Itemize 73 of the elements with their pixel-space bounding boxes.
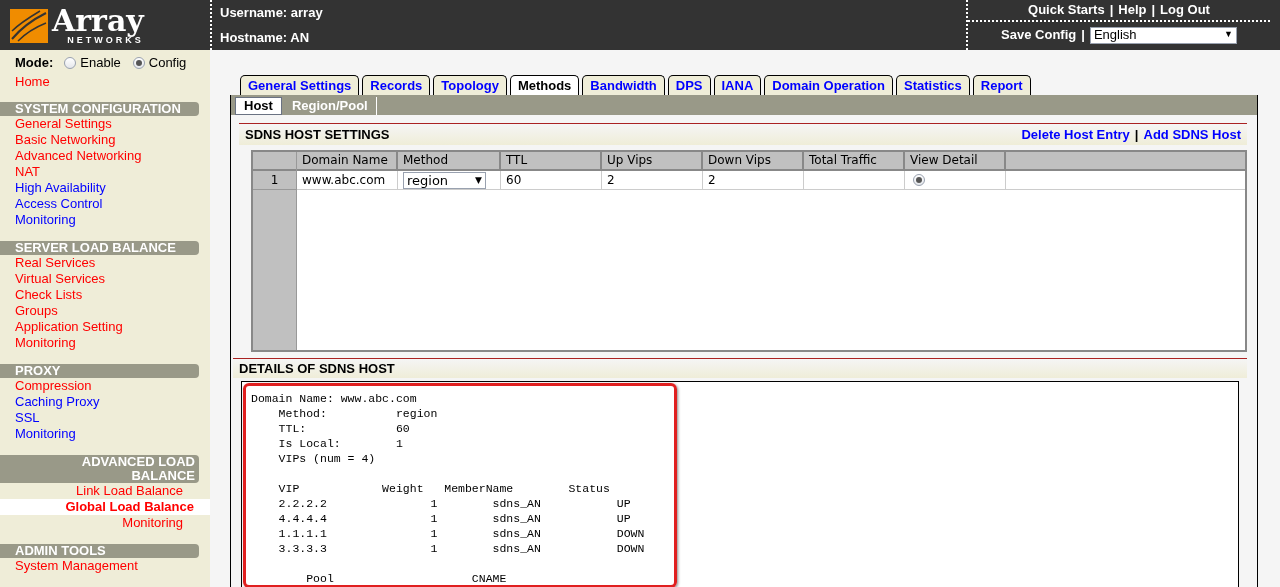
details-line: Is Local: 1 <box>277 436 403 451</box>
tab[interactable]: DPS <box>667 75 711 95</box>
details-line: VIP Weight MemberName Status <box>277 481 610 496</box>
caret-icon: ▼ <box>475 173 482 188</box>
tab[interactable]: Methods <box>509 75 580 95</box>
details-line: TTL: 60 <box>277 421 410 436</box>
column-header: Total Traffic <box>804 152 905 169</box>
tab[interactable]: IANA <box>713 75 762 95</box>
action-link[interactable]: Delete Host Entry <box>1021 124 1130 145</box>
tab[interactable]: Report <box>972 75 1031 95</box>
details-line: Pool CNAME <box>305 571 507 586</box>
section-header: ADMIN TOOLS <box>0 544 199 558</box>
separator-text: | <box>1109 1 1114 20</box>
section-header: ADVANCED LOAD BALANCE <box>0 455 199 483</box>
logo-icon <box>10 8 48 43</box>
tab[interactable]: Statistics <box>895 75 970 95</box>
row-number: 1 <box>253 171 296 190</box>
column-header: Method <box>398 152 501 169</box>
tab[interactable]: General Settings <box>240 75 360 95</box>
mode-option-label: Enable <box>80 55 121 71</box>
details-line: 2.2.2.2 1 sdns_AN UP <box>277 496 631 511</box>
language-select[interactable]: English ▼ <box>1089 26 1237 44</box>
header-link[interactable]: Log Out <box>1160 0 1210 20</box>
sidebar-item[interactable]: Access Control <box>0 196 199 212</box>
method-select[interactable]: region ▼ <box>403 172 486 189</box>
section-header: PROXY <box>0 364 199 378</box>
column-header: Up Vips <box>602 152 703 169</box>
mode-radio[interactable] <box>64 57 77 69</box>
sidebar-item[interactable]: Caching Proxy <box>0 394 199 410</box>
separator-text: | <box>1134 125 1139 144</box>
separator-text: | <box>1081 26 1085 45</box>
tab[interactable]: Records <box>362 75 431 95</box>
mode-option-label: Config <box>148 55 187 71</box>
column-header: Domain Name <box>297 152 398 169</box>
tab[interactable]: Bandwidth <box>582 75 665 95</box>
details-line: VIPs (num = 4) <box>277 451 376 466</box>
view-detail-radio[interactable] <box>913 174 925 186</box>
sidebar-item[interactable]: High Availability <box>0 180 199 196</box>
header-link[interactable]: Quick Starts <box>1028 0 1105 20</box>
section-header: SERVER LOAD BALANCE <box>0 241 199 255</box>
sidebar-item[interactable]: Global Load Balance <box>0 499 210 515</box>
tab[interactable]: Topology <box>433 75 507 95</box>
details-line: Domain Name: www.abc.com <box>251 391 417 406</box>
column-header: View Detail <box>905 152 1006 169</box>
caret-icon: ▼ <box>1223 28 1233 42</box>
section-header: SYSTEM CONFIGURATION <box>0 102 199 116</box>
details-line: 4.4.4.4 1 sdns_AN UP <box>277 511 631 526</box>
table-cell: 60 <box>501 171 602 189</box>
details-line: 1.1.1.1 1 sdns_AN DOWN <box>277 526 645 541</box>
hostname-label: Hostname: AN <box>220 28 311 47</box>
sidebar-item[interactable]: SSL <box>0 410 199 426</box>
username-label: Username: array <box>220 3 324 22</box>
details-line: 3.3.3.3 1 sdns_AN DOWN <box>277 541 645 556</box>
column-header: Down Vips <box>703 152 804 169</box>
logo-tagline: NETWORKS <box>67 36 144 45</box>
separator-text: | <box>1151 1 1156 20</box>
tab[interactable]: Domain Operation <box>764 75 893 95</box>
table-cell: www.abc.com <box>297 171 398 189</box>
logo-wordmark: Array <box>52 6 144 36</box>
table-cell: 2 <box>602 171 703 189</box>
sidebar-item[interactable]: Monitoring <box>0 212 199 228</box>
action-link[interactable]: Add SDNS Host <box>1143 124 1241 145</box>
section-title: SDNS HOST SETTINGS <box>245 125 390 144</box>
header-link[interactable]: Help <box>1118 0 1147 20</box>
table-cell: 2 <box>703 171 804 189</box>
details-line: Method: region <box>277 406 438 421</box>
column-header: TTL <box>501 152 602 169</box>
subtab[interactable]: Host <box>235 97 282 115</box>
mode-radio[interactable] <box>132 57 145 69</box>
save-config-link[interactable]: Save Config <box>1001 25 1077 45</box>
mode-label: Mode: <box>15 55 54 71</box>
section-title: DETAILS OF SDNS HOST <box>239 359 395 378</box>
sidebar-item[interactable]: Monitoring <box>0 426 199 442</box>
